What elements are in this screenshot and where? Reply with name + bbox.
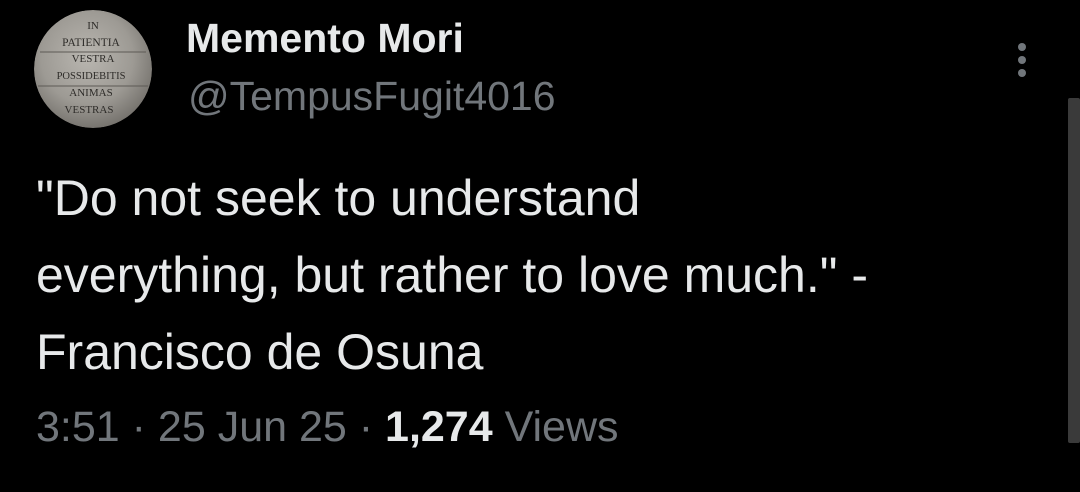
tweet-time[interactable]: 3:51 [36,403,120,451]
meta-separator: · [346,403,386,451]
avatar-line: PATIENTIA [62,37,120,49]
tweet-meta: 3:51 · 25 Jun 25 · 1,274 Views [36,402,619,454]
stone-plaque-icon: IN PATIENTIA VESTRA POSSIDEBITIS ANIMAS … [34,10,152,128]
views-label[interactable]: Views [505,403,619,451]
user-handle[interactable]: @TempusFugit4016 [188,72,556,121]
display-name[interactable]: Memento Mori [186,14,464,63]
avatar-line: IN [87,20,99,32]
tweet-date[interactable]: 25 Jun 25 [158,403,347,451]
avatar[interactable]: IN PATIENTIA VESTRA POSSIDEBITIS ANIMAS … [34,10,152,128]
more-options-button[interactable] [1002,38,1042,82]
avatar-line: POSSIDEBITIS [57,71,126,82]
avatar-line: VESTRA [72,53,115,65]
meta-separator: · [119,403,158,451]
scrollbar[interactable] [1068,98,1080,443]
tweet-text: "Do not seek to understand everything, b… [36,170,869,380]
avatar-line: VESTRAS [65,104,114,116]
more-vertical-icon [1018,43,1026,77]
views-count[interactable]: 1,274 [385,403,493,451]
avatar-line: ANIMAS [69,87,112,99]
tweet-detail-page: IN PATIENTIA VESTRA POSSIDEBITIS ANIMAS … [0,0,1080,492]
